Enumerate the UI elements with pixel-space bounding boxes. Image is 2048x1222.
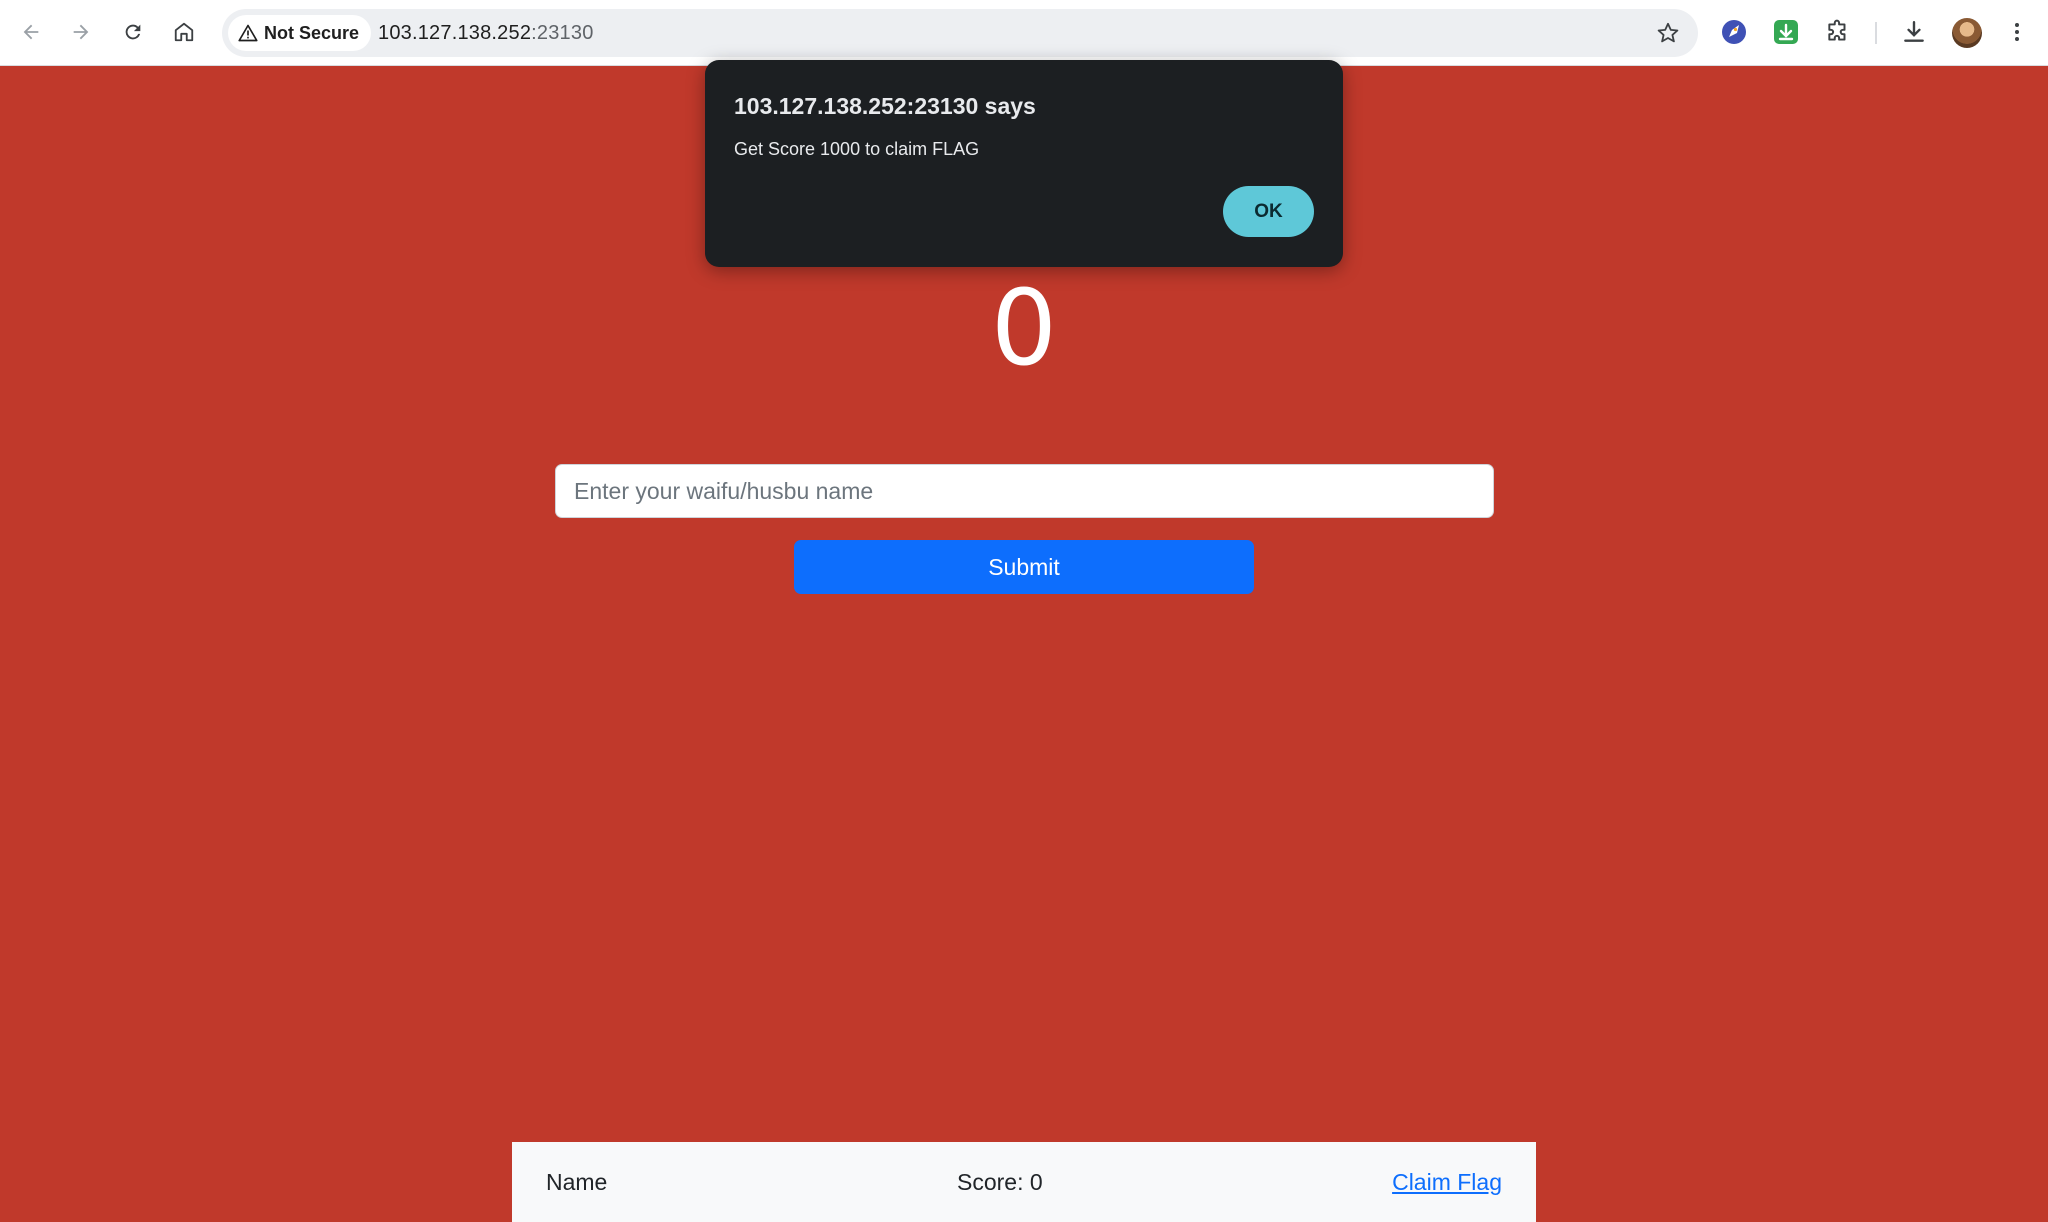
forward-arrow-icon <box>73 24 89 40</box>
profile-avatar[interactable] <box>1952 18 1982 48</box>
score-display: 0 <box>990 267 1058 389</box>
url-host: 103.127.138.252 <box>378 21 532 44</box>
reload-icon <box>125 24 141 40</box>
downloads-button[interactable] <box>1896 14 1932 50</box>
footer-score-label: Score: 0 <box>957 1168 1043 1195</box>
alert-dialog: 103.127.138.252:23130 says Get Score 100… <box>705 60 1343 267</box>
score-footer: Name Score: 0 Claim Flag <box>512 1142 1536 1222</box>
claim-flag-link[interactable]: Claim Flag <box>1392 1142 1502 1222</box>
download-icon <box>1904 21 1924 42</box>
alert-ok-button[interactable]: OK <box>1223 186 1314 237</box>
kebab-menu-icon <box>2015 23 2019 41</box>
extensions-button[interactable] <box>1820 14 1856 50</box>
alert-message: Get Score 1000 to claim FLAG <box>734 139 980 159</box>
reload-button[interactable] <box>115 14 151 50</box>
rocket-extension-button[interactable] <box>1716 14 1752 50</box>
browser-toolbar: Not Secure 103.127.138.252:23130 <box>0 0 2048 66</box>
url-text[interactable]: 103.127.138.252:23130 <box>378 9 594 57</box>
home-button[interactable] <box>166 14 202 50</box>
bookmark-button[interactable] <box>1650 15 1686 51</box>
forward-button[interactable] <box>63 14 99 50</box>
star-icon <box>1657 22 1679 43</box>
back-button[interactable] <box>13 14 49 50</box>
alert-title: 103.127.138.252:23130 says <box>734 93 1036 119</box>
submit-button[interactable]: Submit <box>794 540 1254 594</box>
url-port: :23130 <box>531 21 594 44</box>
address-bar[interactable]: Not Secure 103.127.138.252:23130 <box>222 9 1698 57</box>
security-indicator[interactable]: Not Secure <box>228 15 372 51</box>
footer-name-label: Name <box>546 1168 608 1195</box>
download-manager-extension-button[interactable] <box>1768 14 1804 50</box>
toolbar-separator <box>1875 22 1877 44</box>
puzzle-icon <box>1828 19 1846 41</box>
home-icon <box>174 22 194 42</box>
warning-triangle-icon <box>238 24 258 42</box>
name-input[interactable] <box>555 464 1494 518</box>
security-label: Not Secure <box>264 22 360 43</box>
back-arrow-icon <box>23 24 39 40</box>
rocket-extension-icon <box>1722 20 1746 44</box>
download-manager-extension-icon <box>1774 20 1798 44</box>
browser-menu-button[interactable] <box>1999 14 2035 50</box>
